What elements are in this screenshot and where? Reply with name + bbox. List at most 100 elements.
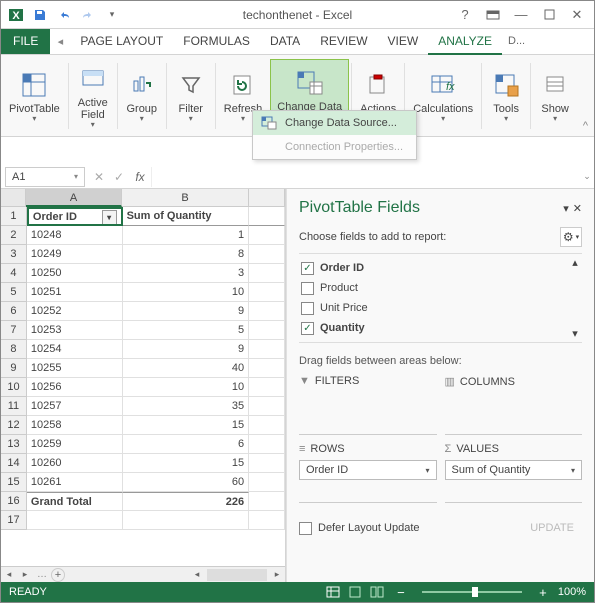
- ribbon-show[interactable]: Show ▾: [533, 59, 577, 133]
- col-header-a[interactable]: A: [26, 189, 122, 207]
- cell[interactable]: [249, 397, 285, 416]
- hscrollbar[interactable]: [207, 569, 267, 581]
- tab-review[interactable]: REVIEW: [310, 28, 377, 54]
- filter-dropdown-icon[interactable]: ▾: [102, 210, 117, 225]
- cell[interactable]: 15: [123, 416, 250, 435]
- col-header-b[interactable]: B: [122, 189, 249, 207]
- cell[interactable]: [123, 511, 250, 530]
- row-header[interactable]: 15: [1, 473, 27, 492]
- row-header[interactable]: 16: [1, 492, 27, 511]
- cell[interactable]: [27, 511, 123, 530]
- cell[interactable]: [249, 492, 285, 511]
- select-all-triangle[interactable]: [1, 189, 26, 207]
- name-box[interactable]: A1▾: [5, 167, 85, 187]
- fx-icon[interactable]: fx: [129, 170, 151, 184]
- row-header[interactable]: 13: [1, 435, 27, 454]
- cell[interactable]: 10252: [27, 302, 123, 321]
- tab-data[interactable]: DATA: [260, 28, 310, 54]
- expand-formula-icon[interactable]: ⌄: [580, 171, 594, 182]
- row-header[interactable]: 3: [1, 245, 27, 264]
- save-icon[interactable]: [29, 4, 51, 26]
- help-icon[interactable]: ?: [452, 4, 478, 26]
- zoom-slider[interactable]: [422, 591, 522, 593]
- cell[interactable]: 10250: [27, 264, 123, 283]
- ribbon-active-field[interactable]: ActiveField ▾: [71, 59, 115, 133]
- field-item[interactable]: Quantity: [299, 318, 582, 338]
- ribbon-calculations[interactable]: fx Calculations ▾: [407, 59, 479, 133]
- cell[interactable]: 5: [123, 321, 250, 340]
- excel-icon[interactable]: X: [5, 4, 27, 26]
- field-list-scrollbar[interactable]: ▴▾: [568, 254, 582, 342]
- cell[interactable]: 6: [123, 435, 250, 454]
- row-header[interactable]: 6: [1, 302, 27, 321]
- redo-icon[interactable]: [77, 4, 99, 26]
- ribbon-pivottable[interactable]: PivotTable ▾: [3, 59, 66, 133]
- cell[interactable]: 35: [123, 397, 250, 416]
- checkbox[interactable]: [301, 322, 314, 335]
- hscroll-right[interactable]: ▸: [269, 567, 285, 583]
- columns-area[interactable]: ▥COLUMNS: [445, 375, 583, 435]
- row-header[interactable]: 17: [1, 511, 27, 530]
- cell[interactable]: 10: [123, 283, 250, 302]
- new-sheet-icon[interactable]: +: [51, 568, 65, 582]
- checkbox[interactable]: [301, 262, 314, 275]
- cell[interactable]: [249, 340, 285, 359]
- values-area[interactable]: ΣVALUES Sum of Quantity▾: [445, 443, 583, 503]
- row-header[interactable]: 11: [1, 397, 27, 416]
- minimize-icon[interactable]: —: [508, 4, 534, 26]
- cell[interactable]: [249, 283, 285, 302]
- row-header[interactable]: 14: [1, 454, 27, 473]
- cell[interactable]: [249, 264, 285, 283]
- cell[interactable]: [249, 359, 285, 378]
- cell[interactable]: 8: [123, 245, 250, 264]
- field-item[interactable]: Order ID: [299, 258, 582, 278]
- row-header[interactable]: 4: [1, 264, 27, 283]
- defer-layout-checkbox[interactable]: Defer Layout Update: [299, 522, 420, 535]
- cell[interactable]: [249, 226, 285, 245]
- ribbon-filter[interactable]: Filter ▾: [169, 59, 213, 133]
- cell[interactable]: 40: [123, 359, 250, 378]
- field-item[interactable]: Unit Price: [299, 298, 582, 318]
- cell[interactable]: [249, 435, 285, 454]
- zoom-in-icon[interactable]: +: [536, 585, 550, 600]
- sheet-nav-right[interactable]: ▸: [17, 567, 33, 583]
- cell[interactable]: 10257: [27, 397, 123, 416]
- collapse-ribbon-icon[interactable]: ^: [583, 120, 588, 132]
- cell[interactable]: 10248: [27, 226, 123, 245]
- maximize-icon[interactable]: [536, 4, 562, 26]
- cell[interactable]: 10: [123, 378, 250, 397]
- hscroll-left[interactable]: ◂: [189, 567, 205, 583]
- view-page-break-icon[interactable]: [368, 584, 386, 600]
- qat-customize-icon[interactable]: ▾: [101, 4, 123, 26]
- row-header[interactable]: 12: [1, 416, 27, 435]
- filters-area[interactable]: ▼FILTERS: [299, 375, 437, 435]
- ribbon-group[interactable]: Group ▾: [120, 59, 164, 133]
- view-page-layout-icon[interactable]: [346, 584, 364, 600]
- checkbox[interactable]: [301, 282, 314, 295]
- cell[interactable]: 10253: [27, 321, 123, 340]
- cell[interactable]: 10261: [27, 473, 123, 492]
- close-icon[interactable]: ✕: [564, 4, 590, 26]
- panel-dropdown-icon[interactable]: ▾: [563, 202, 569, 215]
- cell[interactable]: 10256: [27, 378, 123, 397]
- cancel-icon[interactable]: ✕: [89, 167, 109, 187]
- tab-file[interactable]: FILE: [1, 28, 50, 54]
- tab-nav-left[interactable]: ◂: [50, 28, 70, 54]
- cell[interactable]: [249, 321, 285, 340]
- cell[interactable]: Order ID▾: [27, 207, 123, 226]
- view-normal-icon[interactable]: [324, 584, 342, 600]
- formula-input[interactable]: [151, 167, 580, 187]
- row-header[interactable]: 10: [1, 378, 27, 397]
- cell[interactable]: 10249: [27, 245, 123, 264]
- cell[interactable]: 60: [123, 473, 250, 492]
- cell[interactable]: Grand Total: [27, 492, 123, 511]
- cell[interactable]: [249, 207, 285, 226]
- cell[interactable]: 3: [123, 264, 250, 283]
- sheet-nav-left[interactable]: ◂: [1, 567, 17, 583]
- values-pill[interactable]: Sum of Quantity▾: [445, 460, 583, 480]
- cell[interactable]: 9: [123, 340, 250, 359]
- cell[interactable]: 1: [123, 226, 250, 245]
- cell[interactable]: 10254: [27, 340, 123, 359]
- enter-icon[interactable]: ✓: [109, 167, 129, 187]
- cell[interactable]: 226: [123, 492, 250, 511]
